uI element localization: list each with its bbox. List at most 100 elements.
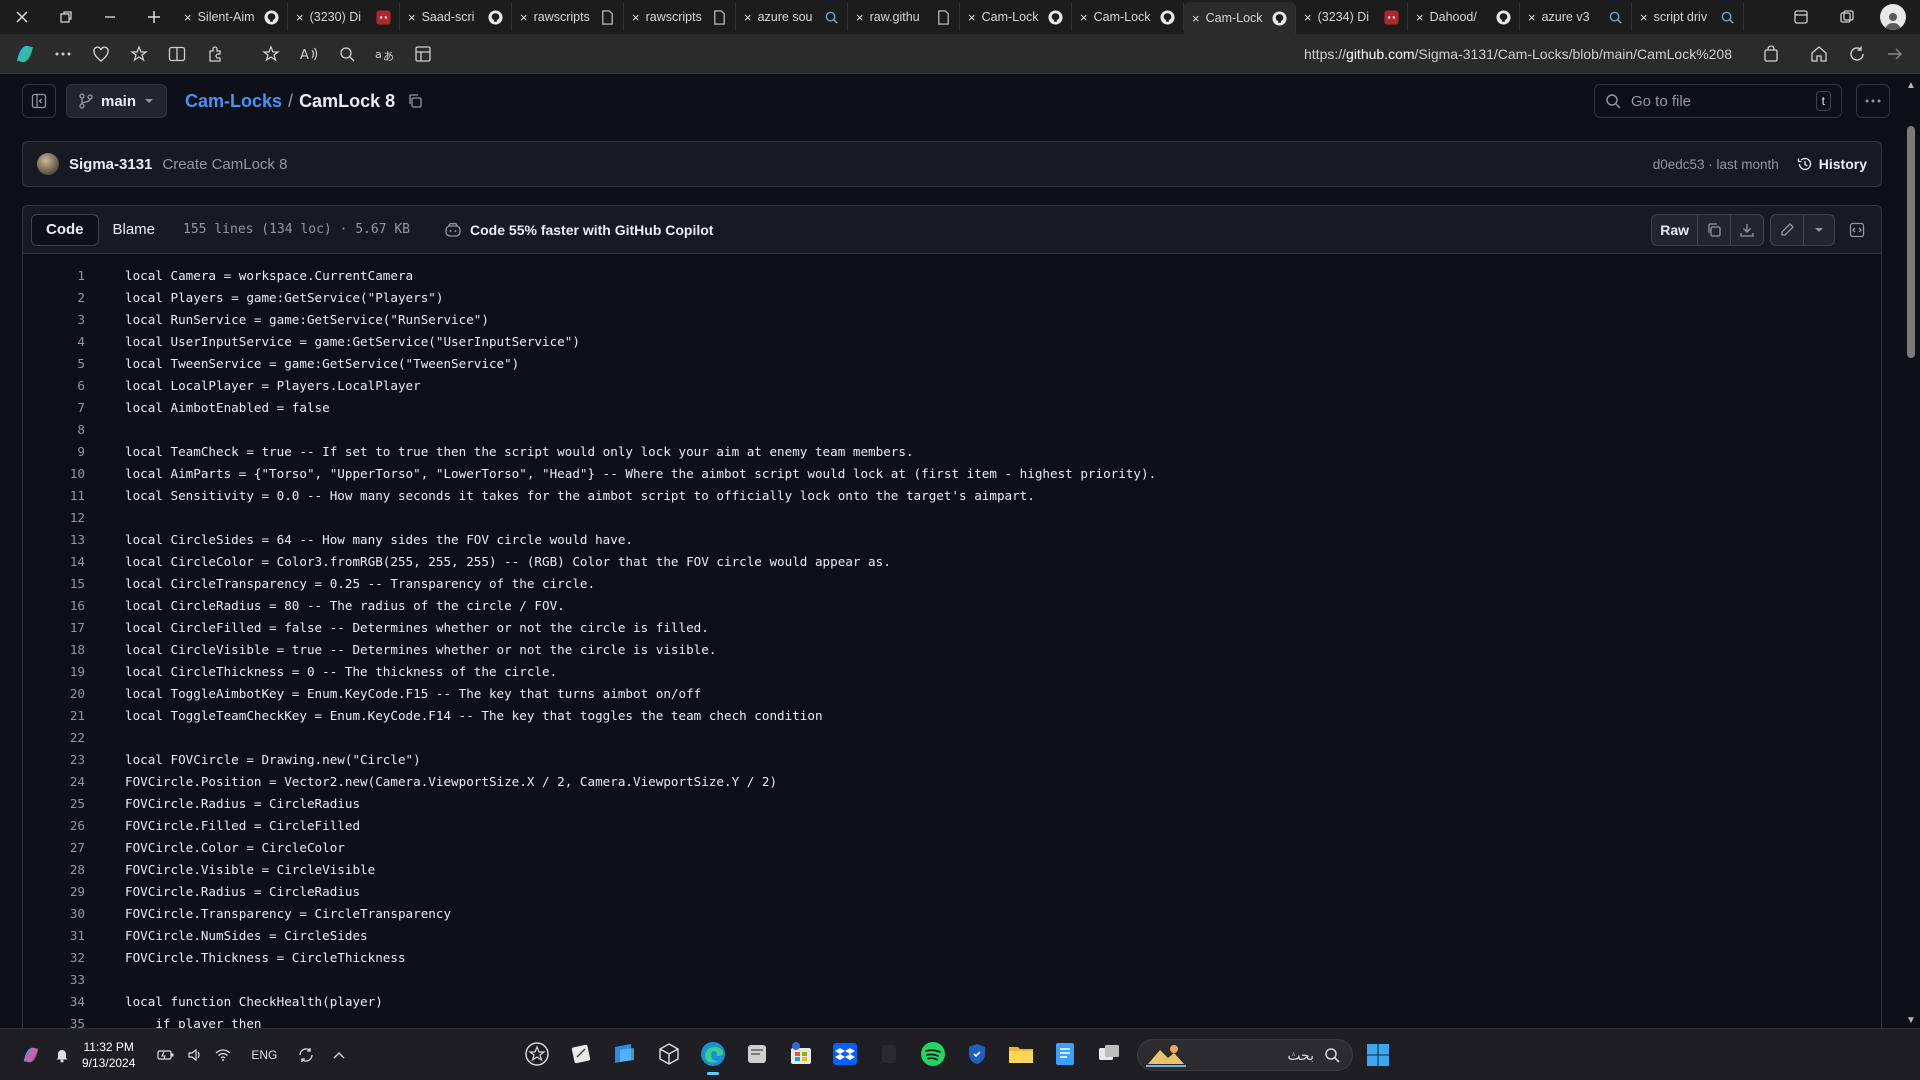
avatar[interactable]	[37, 153, 59, 175]
browser-tab[interactable]: × Dahood/	[1408, 3, 1520, 31]
browser-tab[interactable]: × Cam-Lock	[960, 3, 1072, 31]
line-number[interactable]: 21	[23, 708, 85, 723]
app-remote-desktop-icon[interactable]	[610, 1037, 640, 1071]
line-number[interactable]: 3	[23, 312, 85, 327]
line-number[interactable]: 10	[23, 466, 85, 481]
line-number[interactable]: 9	[23, 444, 85, 459]
app-dark-window-icon[interactable]	[874, 1037, 904, 1071]
line-number[interactable]: 20	[23, 686, 85, 701]
scroll-down-icon[interactable]: ▼	[1906, 1015, 1916, 1026]
app-file-explorer-icon[interactable]	[1006, 1037, 1036, 1071]
more-dots-icon[interactable]	[44, 38, 82, 70]
browser-tab[interactable]: × azure v3	[1520, 3, 1632, 31]
browser-tab[interactable]: × Cam-Lock	[1072, 3, 1184, 31]
browser-tab[interactable]: × Silent-Aim	[176, 3, 288, 31]
taskbar-search-box[interactable]: بحث	[1137, 1039, 1353, 1071]
browser-tab[interactable]: × Saad-scri	[400, 3, 512, 31]
scrollbar-thumb[interactable]	[1907, 126, 1915, 358]
line-number[interactable]: 4	[23, 334, 85, 349]
copilot-promo[interactable]: Code 55% faster with GitHub Copilot	[444, 222, 713, 238]
app-available-icon[interactable]	[404, 38, 442, 70]
add-favorite-icon[interactable]	[252, 38, 290, 70]
browser-tab[interactable]: × azure sou	[736, 3, 848, 31]
close-tab-icon[interactable]: ×	[1192, 11, 1200, 26]
close-tab-icon[interactable]: ×	[1528, 10, 1536, 25]
app-dropbox-icon[interactable]	[830, 1037, 860, 1071]
line-number[interactable]: 16	[23, 598, 85, 613]
line-number[interactable]: 13	[23, 532, 85, 547]
browser-tab[interactable]: × (3234) Di	[1296, 3, 1408, 31]
line-number[interactable]: 15	[23, 576, 85, 591]
show-hidden-icons-chevron-icon[interactable]	[333, 1051, 345, 1059]
app-gamebar-icon[interactable]	[522, 1037, 552, 1071]
line-number[interactable]: 1	[23, 268, 85, 283]
forward-arrow-icon[interactable]	[1876, 38, 1914, 70]
line-number[interactable]: 14	[23, 554, 85, 569]
zoom-icon[interactable]	[328, 38, 366, 70]
close-tab-icon[interactable]: ×	[296, 10, 304, 25]
line-number[interactable]: 5	[23, 356, 85, 371]
input-language[interactable]: ENG	[251, 1048, 277, 1062]
raw-button[interactable]: Raw	[1652, 214, 1698, 245]
line-number[interactable]: 27	[23, 840, 85, 855]
sync-icon[interactable]	[297, 1046, 315, 1064]
line-number[interactable]: 24	[23, 774, 85, 789]
edit-options-chevron-icon[interactable]	[1804, 215, 1834, 245]
app-edge-icon[interactable]	[698, 1037, 728, 1075]
app-notepad-icon[interactable]	[742, 1037, 772, 1071]
close-tab-icon[interactable]: ×	[744, 10, 752, 25]
close-tab-icon[interactable]: ×	[1080, 10, 1088, 25]
line-number[interactable]: 31	[23, 928, 85, 943]
commit-meta[interactable]: d0edc53 · last month	[1653, 157, 1779, 172]
taskbar-clock[interactable]: 11:32 PM 9/13/2024	[82, 1039, 135, 1071]
close-tab-icon[interactable]: ×	[856, 10, 864, 25]
go-to-file-input[interactable]: Go to file t	[1594, 84, 1842, 118]
favorites-icon[interactable]	[120, 38, 158, 70]
line-number[interactable]: 23	[23, 752, 85, 767]
wifi-icon[interactable]	[215, 1048, 231, 1062]
notification-bell-icon[interactable]	[54, 1047, 70, 1063]
profile-avatar[interactable]	[1872, 0, 1914, 34]
branch-selector[interactable]: main	[66, 84, 168, 118]
history-button[interactable]: History	[1797, 156, 1867, 172]
start-button[interactable]	[1366, 1043, 1390, 1067]
browser-tab[interactable]: × (3230) Di	[288, 3, 400, 31]
close-tab-icon[interactable]: ×	[184, 10, 192, 25]
read-aloud-icon[interactable]: A	[290, 38, 328, 70]
download-icon[interactable]	[1731, 215, 1763, 245]
refresh-icon[interactable]	[1838, 38, 1876, 70]
app-notes-icon[interactable]	[1050, 1037, 1080, 1071]
browser-tab[interactable]: × rawscripts	[512, 3, 624, 31]
toggle-file-tree-button[interactable]	[22, 84, 56, 118]
line-number[interactable]: 30	[23, 906, 85, 921]
line-number[interactable]: 29	[23, 884, 85, 899]
battery-icon[interactable]	[157, 1048, 175, 1062]
close-tab-icon[interactable]: ×	[1640, 10, 1648, 25]
copy-raw-icon[interactable]	[1698, 214, 1731, 245]
line-number[interactable]: 18	[23, 642, 85, 657]
close-tab-icon[interactable]: ×	[408, 10, 416, 25]
app-pen-icon[interactable]	[566, 1037, 596, 1071]
line-number[interactable]: 7	[23, 400, 85, 415]
repo-link[interactable]: Cam-Locks	[185, 91, 282, 112]
extensions-icon[interactable]	[196, 38, 234, 70]
page-scrollbar[interactable]: ▲ ▼	[1902, 74, 1920, 1028]
line-number[interactable]: 2	[23, 290, 85, 305]
tab-code[interactable]: Code	[31, 213, 99, 246]
commit-author[interactable]: Sigma-3131	[69, 156, 152, 173]
copilot-taskbar-icon[interactable]	[20, 1045, 42, 1065]
symbols-panel-icon[interactable]	[1841, 215, 1873, 245]
copy-path-icon[interactable]	[407, 93, 423, 109]
close-tab-icon[interactable]: ×	[520, 10, 528, 25]
line-number[interactable]: 22	[23, 730, 85, 745]
split-screen-icon[interactable]	[158, 38, 196, 70]
scroll-up-icon[interactable]: ▲	[1906, 80, 1916, 91]
app-store-icon[interactable]	[786, 1037, 816, 1071]
tab-actions-icon[interactable]	[1780, 0, 1822, 34]
copilot-icon[interactable]	[6, 38, 44, 70]
close-tab-icon[interactable]: ×	[1304, 10, 1312, 25]
close-window-icon[interactable]	[0, 0, 44, 34]
browser-tab[interactable]: × script driv	[1632, 3, 1744, 31]
restore-icon[interactable]	[44, 0, 88, 34]
home-icon[interactable]	[1800, 38, 1838, 70]
